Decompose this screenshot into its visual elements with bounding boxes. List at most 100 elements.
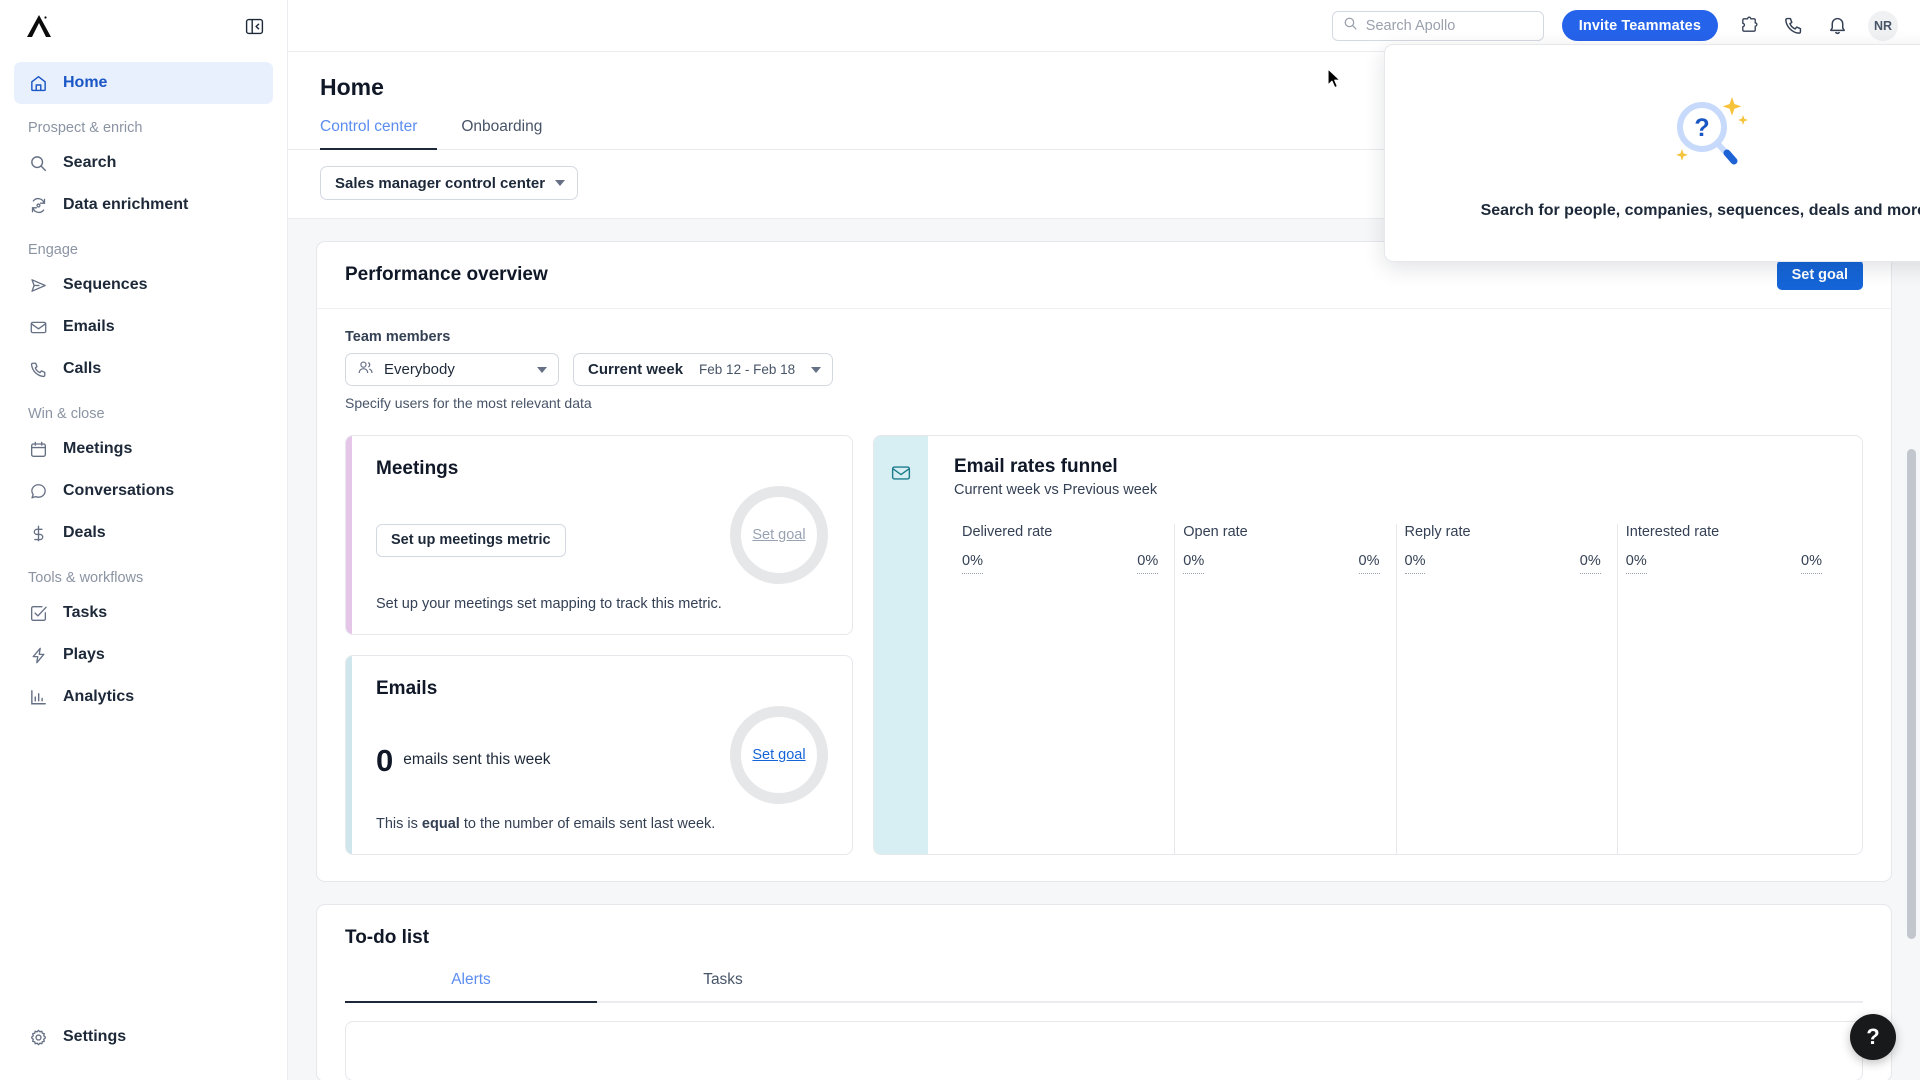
chevron-down-icon: [811, 366, 822, 373]
sidebar-item-settings[interactable]: Settings: [14, 1016, 273, 1058]
sidebar-item-search[interactable]: Search: [14, 142, 273, 184]
collapse-sidebar-icon[interactable]: [243, 15, 265, 37]
performance-overview-body: Team members Everybody Current week Feb …: [317, 309, 1891, 881]
sidebar-section-label-win: Win & close: [28, 406, 105, 422]
phone-icon[interactable]: [1780, 13, 1806, 39]
sidebar-item-calls[interactable]: Calls: [14, 348, 273, 390]
sidebar-item-conversations[interactable]: Conversations: [14, 470, 273, 512]
apollo-logo-icon[interactable]: [24, 12, 54, 40]
avatar[interactable]: NR: [1868, 10, 1898, 41]
funnel-previous-value: 0%: [1137, 553, 1159, 574]
funnel-column-label: Delivered rate: [962, 524, 1053, 540]
sidebar-item-emails[interactable]: Emails: [14, 306, 273, 348]
bell-icon[interactable]: [1824, 13, 1850, 39]
sidebar-item-label: Data enrichment: [63, 196, 189, 213]
sidebar-item-tasks[interactable]: Tasks: [14, 592, 273, 634]
send-icon: [28, 275, 49, 296]
gear-icon: [28, 1027, 49, 1048]
performance-overview-title: Performance overview: [345, 264, 548, 285]
funnel-current-value: 0%: [1183, 553, 1205, 574]
sidebar-item-label: Calls: [63, 360, 102, 377]
control-center-view-select[interactable]: Sales manager control center: [320, 166, 579, 200]
funnel-current-value: 0%: [1404, 553, 1426, 574]
emails-set-goal-link[interactable]: Set goal: [752, 747, 805, 763]
search-placeholder: Search Apollo: [1365, 17, 1456, 34]
sidebar-item-data-enrichment[interactable]: Data enrichment: [14, 184, 273, 226]
sidebar-section-label-engage: Engage: [28, 242, 78, 258]
tab-onboarding[interactable]: Onboarding: [461, 118, 562, 150]
meetings-metric-card: Meetings Set up meetings metric Set up y…: [345, 435, 853, 635]
mouse-cursor: [1327, 68, 1343, 95]
dollar-icon: [28, 523, 49, 544]
emails-footer-prefix: This is: [376, 816, 422, 832]
bar-chart-icon: [28, 687, 49, 708]
team-members-helper-text: Specify users for the most relevant data: [345, 395, 592, 411]
sidebar-item-label: Meetings: [63, 440, 133, 457]
sidebar-item-label: Home: [63, 74, 108, 91]
svg-text:?: ?: [1694, 114, 1709, 142]
puzzle-icon[interactable]: [1736, 13, 1762, 39]
vertical-scrollbar[interactable]: [1907, 385, 1916, 1080]
set-up-meetings-metric-button[interactable]: Set up meetings metric: [376, 523, 566, 557]
app-root: Home Prospect & enrich Search Data enric…: [0, 0, 1920, 1080]
content-scroll-area[interactable]: Performance overview Set goal Team membe…: [288, 219, 1920, 1080]
funnel-column-values: 0% 0%: [962, 553, 1159, 574]
funnel-column-values: 0% 0%: [1183, 553, 1380, 574]
funnel-column-label: Open rate: [1183, 524, 1248, 540]
week-label: Current week: [588, 361, 684, 378]
team-members-label: Team members: [345, 329, 451, 345]
sidebar-item-home[interactable]: Home: [14, 62, 273, 104]
sidebar-item-deals[interactable]: Deals: [14, 512, 273, 554]
emails-footer-suffix: to the number of emails sent last week.: [459, 816, 716, 832]
funnel-icon-strip: [874, 436, 928, 854]
sidebar-item-label: Sequences: [63, 276, 148, 293]
search-popup-caption: Search for people, companies, sequences,…: [1480, 201, 1920, 219]
emails-metric-inner: Emails 0 emails sent this week This is e…: [352, 656, 852, 854]
chat-bubble-icon: [28, 481, 49, 502]
week-range-select[interactable]: Current week Feb 12 - Feb 18: [573, 353, 834, 386]
people-icon: [357, 359, 374, 380]
search-input[interactable]: Search Apollo: [1331, 10, 1544, 41]
team-members-select[interactable]: Everybody: [345, 353, 559, 386]
emails-count-unit: emails sent this week: [403, 751, 551, 768]
funnel-previous-value: 0%: [1801, 553, 1822, 574]
chevron-down-icon: [555, 180, 566, 186]
help-button[interactable]: ?: [1850, 1014, 1896, 1060]
email-rates-funnel-card: Email rates funnel Current week vs Previ…: [873, 435, 1863, 855]
sidebar-item-sequences[interactable]: Sequences: [14, 264, 273, 306]
tab-control-center[interactable]: Control center: [320, 118, 438, 150]
sidebar-item-label: Settings: [63, 1028, 127, 1045]
funnel-column-reply-rate: Reply rate 0% 0%: [1397, 524, 1618, 854]
invite-teammates-button[interactable]: Invite Teammates: [1561, 10, 1718, 41]
home-icon: [28, 73, 49, 94]
tab-tasks[interactable]: Tasks: [597, 971, 849, 1003]
scrollbar-thumb[interactable]: [1907, 449, 1916, 939]
sidebar-item-meetings[interactable]: Meetings: [14, 428, 273, 470]
sidebar-item-label: Deals: [63, 524, 106, 541]
meetings-set-goal-link[interactable]: Set goal: [752, 527, 805, 543]
phone-icon: [28, 359, 49, 380]
funnel-current-value: 0%: [962, 553, 983, 574]
sidebar-item-label: Analytics: [63, 688, 135, 705]
sidebar-item-label: Search: [63, 154, 117, 171]
set-goal-button[interactable]: Set goal: [1776, 260, 1863, 290]
sidebar-header: [0, 0, 287, 52]
funnel-column-open-rate: Open rate 0% 0%: [1175, 524, 1397, 854]
sidebar-item-analytics[interactable]: Analytics: [14, 676, 273, 718]
chevron-down-icon: [537, 366, 547, 373]
refresh-icon: [28, 195, 49, 216]
sidebar-item-label: Conversations: [63, 482, 175, 499]
checkbox-icon: [28, 603, 49, 624]
week-range-value: Feb 12 - Feb 18: [699, 362, 796, 377]
emails-metric-card: Emails 0 emails sent this week This is e…: [345, 655, 853, 855]
funnel-column-values: 0% 0%: [1404, 553, 1601, 574]
sidebar-item-plays[interactable]: Plays: [14, 634, 273, 676]
meetings-footer-text: Set up your meetings set mapping to trac…: [376, 596, 722, 612]
tab-alerts[interactable]: Alerts: [345, 971, 597, 1003]
funnel-current-value: 0%: [1625, 553, 1647, 574]
funnel-subtitle: Current week vs Previous week: [954, 482, 1158, 498]
team-members-value: Everybody: [384, 361, 455, 378]
sidebar-section-label-tools: Tools & workflows: [28, 570, 144, 586]
sidebar-item-label: Emails: [63, 318, 115, 335]
sidebar-item-label: Tasks: [63, 604, 108, 621]
